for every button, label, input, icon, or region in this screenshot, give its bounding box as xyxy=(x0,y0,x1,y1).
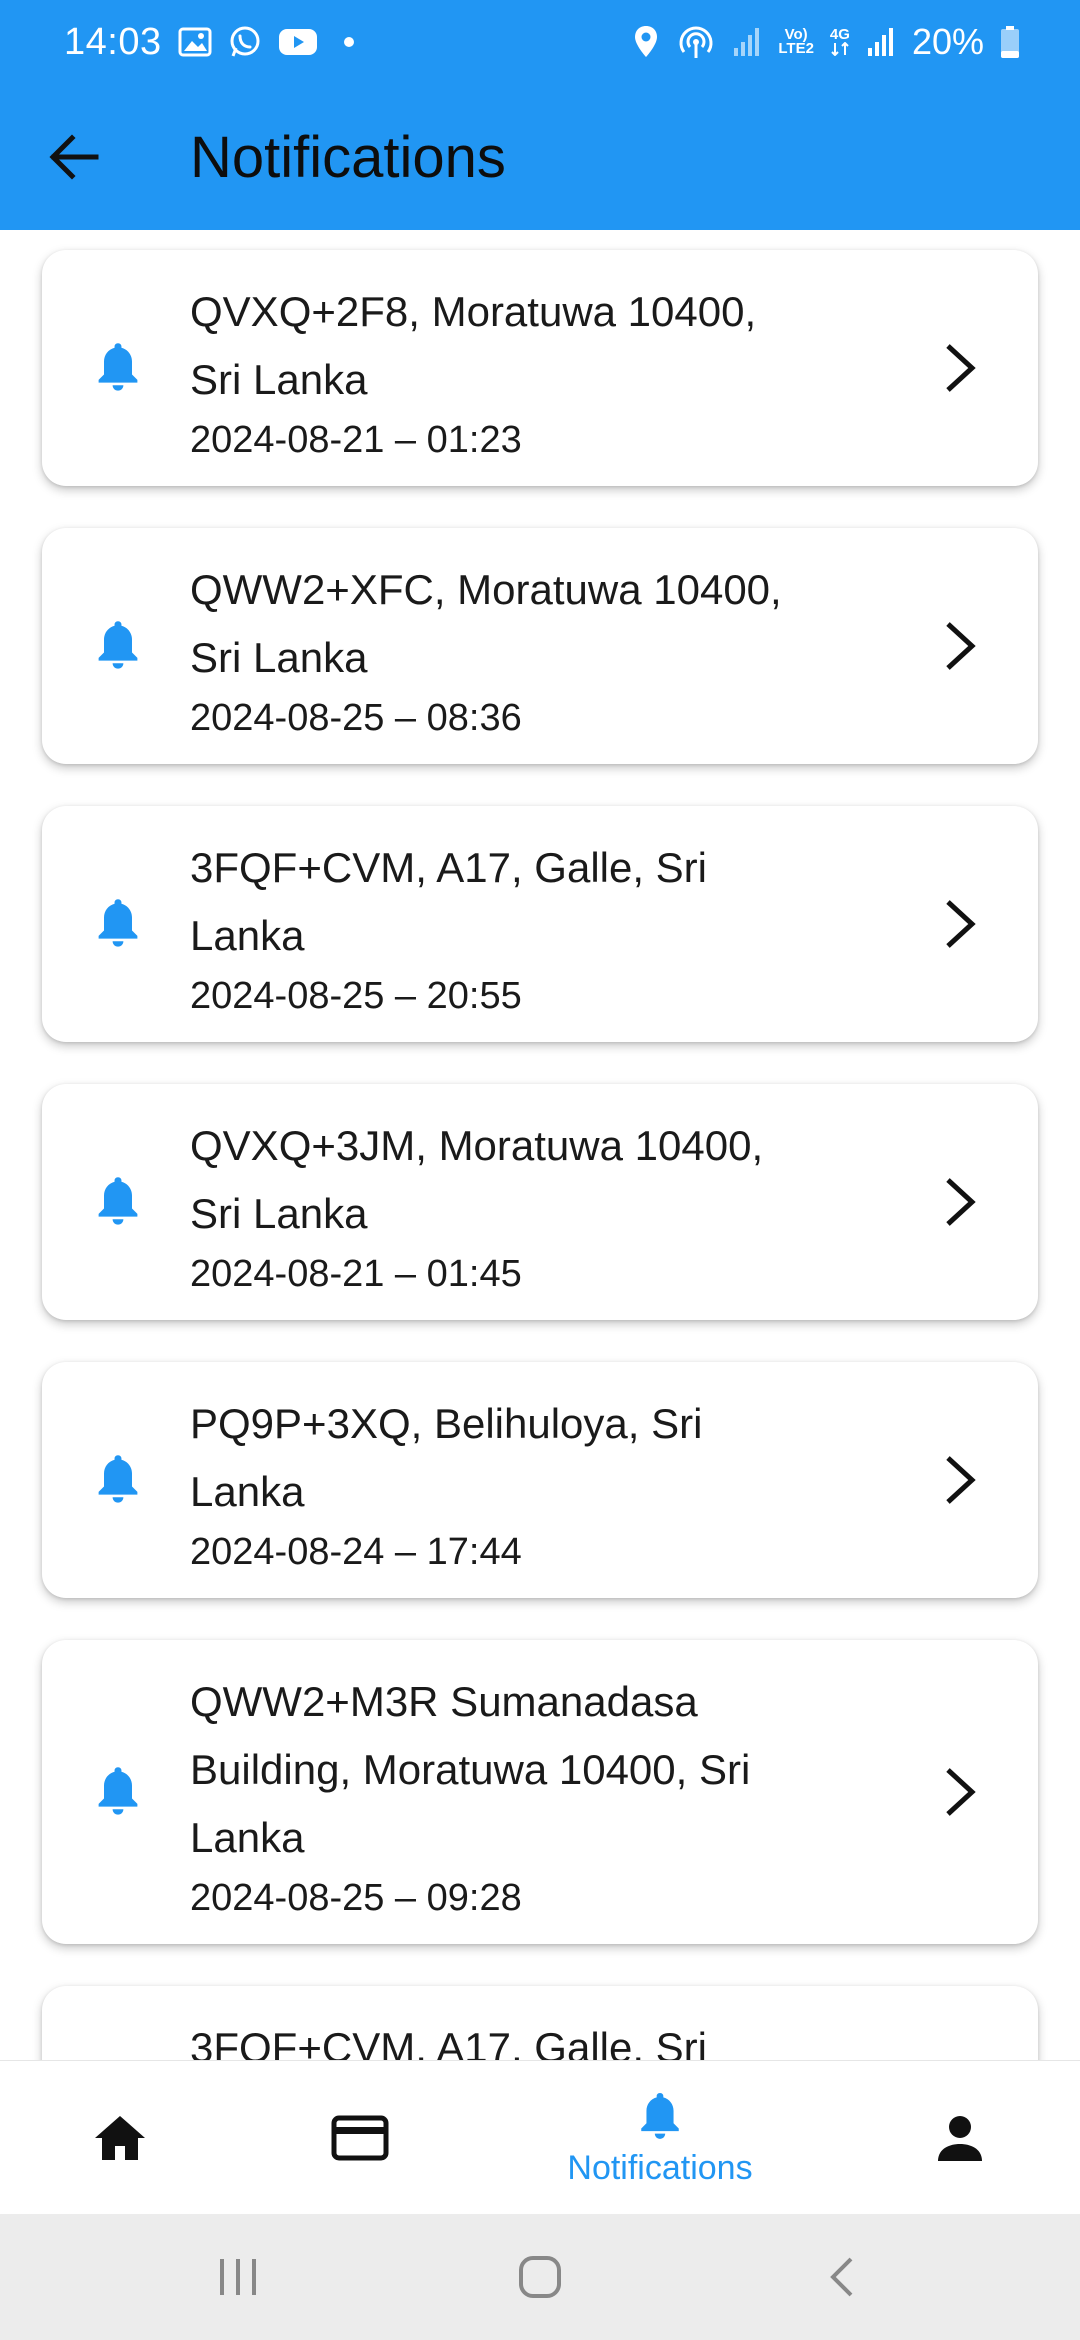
address-line: Sri Lanka xyxy=(190,1190,368,1237)
address-line: Lanka xyxy=(190,1814,305,1861)
notification-address: QVXQ+3JM, Moratuwa 10400, Sri Lanka xyxy=(190,1112,888,1248)
notification-text: QWW2+M3R Sumanadasa Building, Moratuwa 1… xyxy=(190,1668,888,1924)
nav-notifications[interactable]: Notifications xyxy=(520,2061,800,2215)
notification-text: PQ9P+3XQ, Belihuloya, Sri Lanka 2024-08-… xyxy=(190,1390,888,1578)
notification-card[interactable]: QWW2+XFC, Moratuwa 10400, Sri Lanka 2024… xyxy=(42,528,1038,764)
bell-icon xyxy=(98,621,138,669)
bottom-navigation: Notifications xyxy=(0,2060,1080,2214)
battery-icon xyxy=(1000,25,1020,59)
chevron-right-icon xyxy=(946,900,976,948)
home-system-button[interactable] xyxy=(480,2214,600,2340)
address-line: Sri Lanka xyxy=(190,634,368,681)
chevron-right-icon xyxy=(946,1768,976,1816)
notification-timestamp: 2024-08-21 – 01:23 xyxy=(190,419,522,461)
back-chevron-icon xyxy=(830,2257,853,2297)
nav-notifications-label: Notifications xyxy=(567,2148,753,2187)
notification-card[interactable]: QWW2+M3R Sumanadasa Building, Moratuwa 1… xyxy=(42,1640,1038,1944)
notification-timestamp: 2024-08-24 – 17:44 xyxy=(190,1531,522,1573)
notification-text: 3FQF+CVM, A17, Galle, Sri Lanka 2024-08-… xyxy=(190,834,888,1022)
notification-list[interactable]: QVXQ+2F8, Moratuwa 10400, Sri Lanka 2024… xyxy=(0,230,1080,2060)
address-line: QVXQ+3JM, Moratuwa 10400, xyxy=(190,1122,764,1169)
status-time: 14:03 xyxy=(64,20,162,63)
page-title: Notifications xyxy=(190,124,506,190)
address-line: PQ9P+3XQ, Belihuloya, Sri xyxy=(190,1400,703,1447)
address-line: Lanka xyxy=(190,912,305,959)
battery-percentage: 20% xyxy=(911,21,984,62)
location-icon xyxy=(632,24,660,60)
notification-address: QVXQ+2F8, Moratuwa 10400, Sri Lanka xyxy=(190,278,888,414)
recents-button[interactable] xyxy=(178,2214,298,2340)
nav-profile[interactable] xyxy=(900,2061,1020,2215)
notification-card[interactable]: QVXQ+2F8, Moratuwa 10400, Sri Lanka 2024… xyxy=(42,250,1038,486)
chevron-right-icon xyxy=(946,1456,976,1504)
back-system-button[interactable] xyxy=(782,2214,902,2340)
nav-cards[interactable] xyxy=(300,2061,420,2215)
whatsapp-icon xyxy=(228,25,262,59)
chevron-right-icon xyxy=(946,344,976,392)
bell-icon xyxy=(98,1455,138,1503)
notification-timestamp: 2024-08-25 – 09:28 xyxy=(190,1877,522,1919)
home-icon xyxy=(95,2116,145,2160)
status-left: 14:03 xyxy=(64,21,354,64)
chevron-right-icon xyxy=(946,622,976,670)
notification-address: 3FQF+CVM, A17, Galle, Sri xyxy=(190,2014,888,2060)
notification-timestamp: 2024-08-25 – 08:36 xyxy=(190,697,522,739)
notification-address: PQ9P+3XQ, Belihuloya, Sri Lanka xyxy=(190,1390,888,1526)
bell-icon xyxy=(98,899,138,947)
address-line: QVXQ+2F8, Moratuwa 10400, xyxy=(190,288,757,335)
address-line: 3FQF+CVM, A17, Galle, Sri xyxy=(190,2024,708,2060)
address-line: Sri Lanka xyxy=(190,356,368,403)
notification-timestamp: 2024-08-25 – 20:55 xyxy=(190,975,522,1017)
hotspot-icon xyxy=(676,24,716,60)
bell-icon xyxy=(98,1177,138,1225)
dot-icon xyxy=(343,37,354,47)
status-right: Vo) LTE2 4G 20% xyxy=(632,21,1020,63)
notification-text: QWW2+XFC, Moratuwa 10400, Sri Lanka 2024… xyxy=(190,556,888,744)
address-line: QWW2+XFC, Moratuwa 10400, xyxy=(190,566,782,613)
address-line: 3FQF+CVM, A17, Galle, Sri xyxy=(190,844,708,891)
signal-icon xyxy=(732,26,762,58)
notification-card[interactable]: 3FQF+CVM, A17, Galle, Sri Lanka 2024-08-… xyxy=(42,806,1038,1042)
bell-icon xyxy=(641,2092,679,2139)
status-bar: 14:03 Vo) LTE2 4G 20% xyxy=(0,0,1080,84)
credit-card-icon xyxy=(331,2115,389,2161)
notification-card[interactable]: PQ9P+3XQ, Belihuloya, Sri Lanka 2024-08-… xyxy=(42,1362,1038,1598)
gallery-icon xyxy=(178,27,212,57)
notification-text: 3FQF+CVM, A17, Galle, Sri xyxy=(190,2014,888,2060)
arrow-left-icon xyxy=(49,134,99,180)
notification-card[interactable]: QVXQ+3JM, Moratuwa 10400, Sri Lanka 2024… xyxy=(42,1084,1038,1320)
lte-label: LTE2 xyxy=(778,40,814,57)
network-type-icon: 4G xyxy=(829,26,850,56)
system-navigation-bar xyxy=(0,2214,1080,2340)
volte-icon: Vo) LTE2 xyxy=(778,27,814,57)
notification-timestamp: 2024-08-21 – 01:45 xyxy=(190,1253,522,1295)
recents-icon xyxy=(220,2259,256,2295)
youtube-icon xyxy=(278,27,318,57)
network-type-label: 4G xyxy=(829,26,850,43)
app-bar: Notifications xyxy=(0,84,1080,230)
address-line: QWW2+M3R Sumanadasa xyxy=(190,1678,698,1725)
screen: 14:03 Vo) LTE2 4G 20% Notifications QVXQ… xyxy=(0,0,1080,2340)
home-circle-icon xyxy=(519,2256,561,2298)
notification-address: 3FQF+CVM, A17, Galle, Sri Lanka xyxy=(190,834,888,970)
address-line: Lanka xyxy=(190,1468,305,1515)
notification-card[interactable]: 3FQF+CVM, A17, Galle, Sri xyxy=(42,1986,1038,2060)
notification-text: QVXQ+2F8, Moratuwa 10400, Sri Lanka 2024… xyxy=(190,278,888,466)
address-line: Building, Moratuwa 10400, Sri xyxy=(190,1746,751,1793)
notification-text: QVXQ+3JM, Moratuwa 10400, Sri Lanka 2024… xyxy=(190,1112,888,1300)
person-icon xyxy=(938,2116,982,2161)
bell-icon xyxy=(98,1767,138,1815)
back-button[interactable] xyxy=(24,107,124,207)
nav-home[interactable] xyxy=(60,2061,180,2215)
bell-icon xyxy=(98,343,138,391)
notification-address: QWW2+M3R Sumanadasa Building, Moratuwa 1… xyxy=(190,1668,888,1872)
notification-address: QWW2+XFC, Moratuwa 10400, Sri Lanka xyxy=(190,556,888,692)
chevron-right-icon xyxy=(946,1178,976,1226)
signal-icon xyxy=(866,26,896,58)
